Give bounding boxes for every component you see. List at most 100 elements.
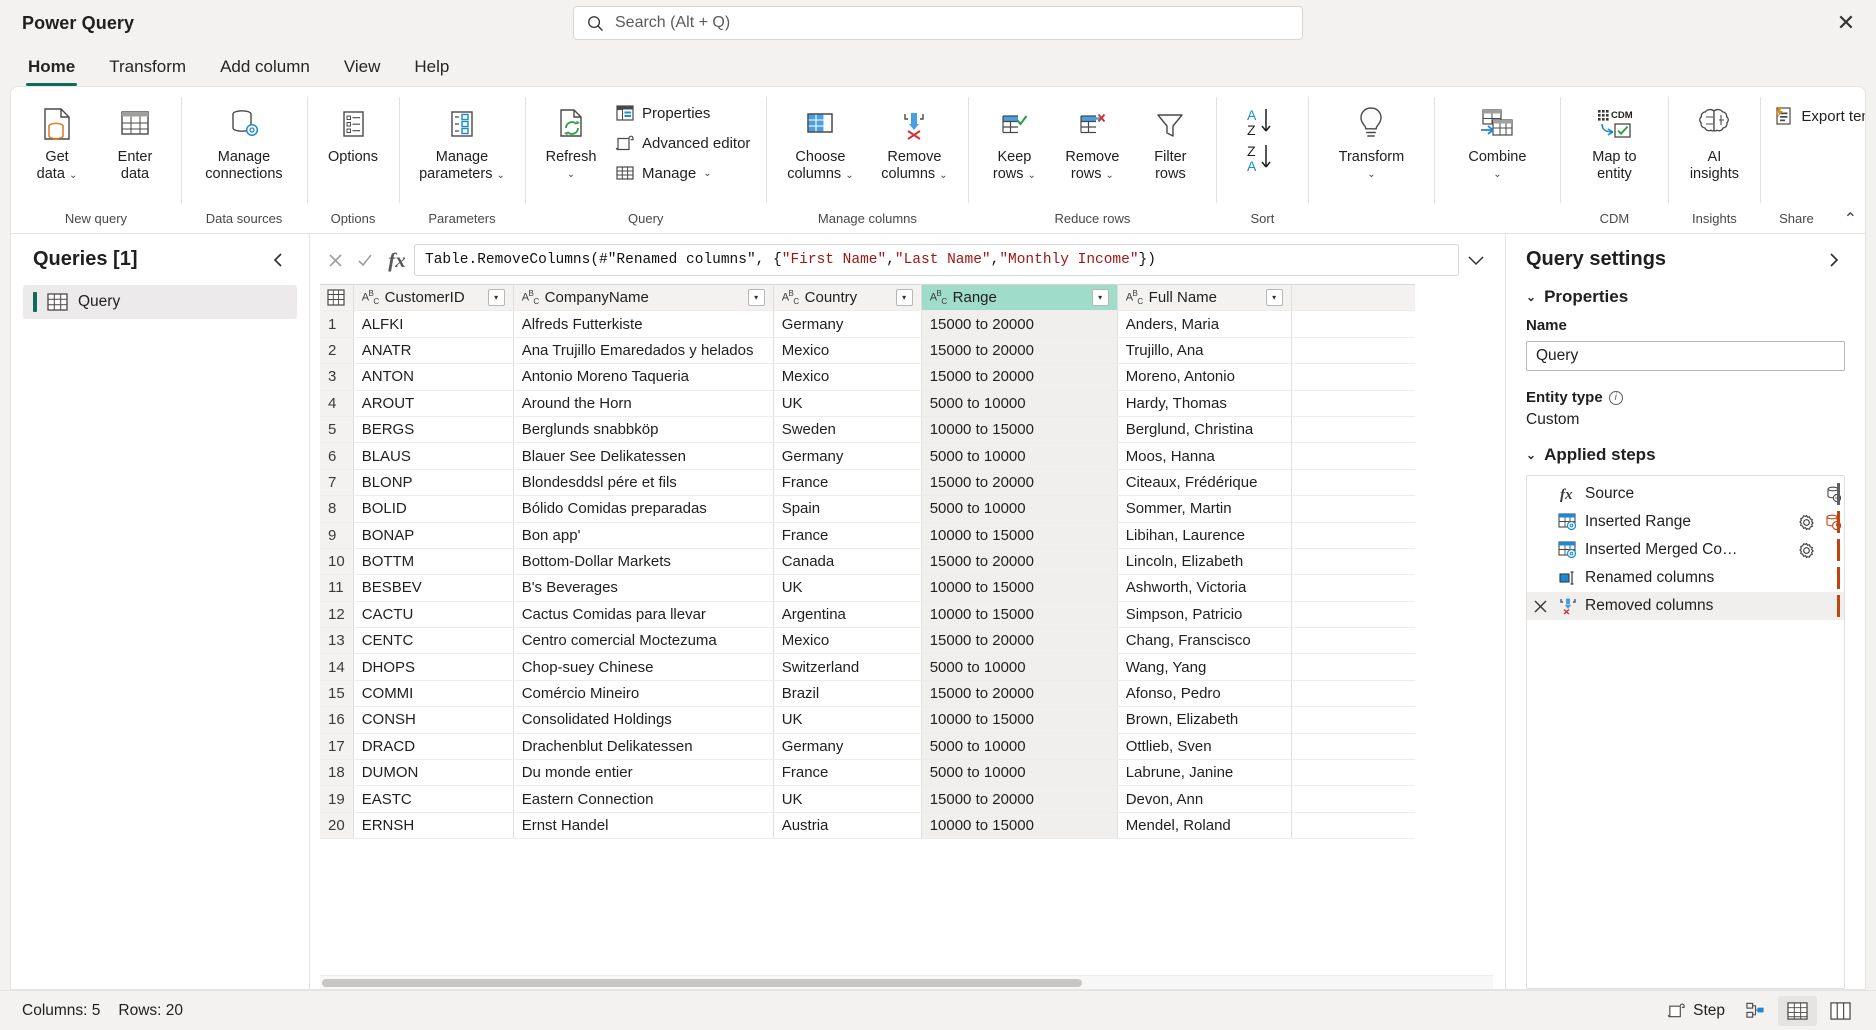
gear-icon[interactable] [1796, 542, 1816, 559]
applied-step-item[interactable]: fx Source [1527, 480, 1844, 508]
applied-step-item[interactable]: Inserted Merged Co… [1527, 536, 1844, 564]
table-cell[interactable]: ANTON [353, 363, 514, 391]
table-cell[interactable]: UK [773, 785, 922, 813]
table-cell[interactable]: ANATR [353, 337, 514, 365]
gear-icon[interactable] [1796, 514, 1816, 531]
table-cell[interactable]: 15000 to 20000 [921, 310, 1118, 338]
table-cell[interactable]: France [773, 522, 922, 549]
row-number[interactable]: 1 [320, 310, 354, 338]
table-row[interactable]: 5 BERGS Berglunds snabbköp Sweden 10000 to 1… [320, 416, 1416, 444]
table-cell[interactable]: France [773, 759, 922, 787]
row-number[interactable]: 7 [320, 469, 354, 497]
table-cell[interactable]: Austria [773, 812, 922, 840]
table-cell[interactable]: DHOPS [353, 653, 514, 681]
table-cell[interactable]: BESBEV [353, 574, 514, 602]
row-number[interactable]: 15 [320, 680, 354, 708]
table-row[interactable]: 7 BLONP Blondesddsl pére et fils France 1500… [320, 469, 1416, 497]
table-cell[interactable]: 15000 to 20000 [921, 469, 1118, 497]
table-cell[interactable]: ALFKI [353, 310, 514, 338]
table-cell[interactable]: France [773, 469, 922, 497]
table-cell[interactable]: Berglunds snabbköp [513, 416, 774, 444]
collapse-ribbon-button[interactable]: ⌃ [1844, 209, 1857, 229]
table-cell[interactable]: 10000 to 15000 [921, 812, 1118, 840]
table-cell[interactable]: Ashworth, Victoria [1117, 574, 1292, 602]
column-header-companyname[interactable]: ABC CompanyName ▾ [513, 284, 774, 312]
table-row[interactable]: 10 BOTTM Bottom-Dollar Markets Canada 15000 … [320, 548, 1416, 576]
table-cell[interactable]: Switzerland [773, 653, 922, 681]
table-cell[interactable]: DUMON [353, 759, 514, 787]
keep-rows-button[interactable]: Keep rows ⌄ [976, 97, 1052, 189]
table-row[interactable]: 8 BOLID Bólido Comidas preparadas Spain 5000… [320, 495, 1416, 523]
scrollbar-thumb[interactable] [322, 979, 1082, 987]
table-cell[interactable]: 10000 to 15000 [921, 522, 1118, 549]
get-data-button[interactable]: Get data ⌄ [19, 97, 95, 189]
table-cell[interactable]: Consolidated Holdings [513, 706, 774, 734]
options-button[interactable]: Options [315, 97, 391, 189]
row-number[interactable]: 5 [320, 416, 354, 444]
table-row[interactable]: 18 DUMON Du monde entier France 5000 to 1000… [320, 759, 1416, 787]
query-name-input[interactable] [1526, 341, 1845, 371]
table-cell[interactable]: Centro comercial Moctezuma [513, 627, 774, 655]
table-cell[interactable]: Comércio Mineiro [513, 680, 774, 708]
row-number[interactable]: 16 [320, 706, 354, 734]
chevron-down-icon[interactable] [1459, 244, 1493, 276]
query-list-item[interactable]: Query [23, 285, 297, 319]
close-icon[interactable]: ✕ [1830, 8, 1862, 38]
table-row[interactable]: 9 BONAP Bon app' France 10000 to 15000 Libiha… [320, 522, 1416, 549]
table-row[interactable]: 4 AROUT Around the Horn UK 5000 to 10000 Hard… [320, 390, 1416, 417]
table-cell[interactable]: Ana Trujillo Emaredados y helados [513, 337, 774, 365]
export-template-button[interactable]: Export template [1768, 101, 1865, 131]
table-cell[interactable]: DRACD [353, 733, 514, 761]
table-row[interactable]: 13 CENTC Centro comercial Moctezuma Mexico 1… [320, 627, 1416, 655]
table-cell[interactable]: Spain [773, 495, 922, 523]
table-cell[interactable]: Around the Horn [513, 390, 774, 417]
enter-data-button[interactable]: Enter data [97, 97, 173, 189]
table-cell[interactable]: Hardy, Thomas [1117, 390, 1292, 417]
table-cell[interactable]: COMMI [353, 680, 514, 708]
table-cell[interactable]: 5000 to 10000 [921, 759, 1118, 787]
table-cell[interactable]: Sommer, Martin [1117, 495, 1292, 523]
check-icon[interactable] [350, 245, 380, 275]
table-row[interactable]: 3 ANTON Antonio Moreno Taqueria Mexico 15000… [320, 363, 1416, 391]
table-cell[interactable]: 10000 to 15000 [921, 416, 1118, 444]
refresh-button[interactable]: Refresh ⌄ [533, 97, 609, 189]
column-filter-button-fullname[interactable]: ▾ [1265, 289, 1283, 307]
table-row[interactable]: 15 COMMI Comércio Mineiro Brazil 15000 to 20… [320, 680, 1416, 708]
table-cell[interactable]: Moos, Hanna [1117, 442, 1292, 470]
table-row[interactable]: 6 BLAUS Blauer See Delikatessen Germany 5000… [320, 442, 1416, 470]
grid-select-all-button[interactable] [320, 284, 354, 312]
grid-view-button[interactable] [1778, 995, 1817, 1026]
row-number[interactable]: 9 [320, 522, 354, 549]
table-cell[interactable]: Ernst Handel [513, 812, 774, 840]
table-cell[interactable]: CACTU [353, 601, 514, 629]
row-number[interactable]: 17 [320, 733, 354, 761]
table-cell[interactable]: Germany [773, 442, 922, 470]
table-row[interactable]: 20 ERNSH Ernst Handel Austria 10000 to 15000… [320, 812, 1416, 840]
table-row[interactable]: 19 EASTC Eastern Connection UK 15000 to 2000… [320, 785, 1416, 813]
table-row[interactable]: 2 ANATR Ana Trujillo Emaredados y helados M… [320, 337, 1416, 365]
table-row[interactable]: 11 BESBEV B's Beverages UK 10000 to 15000 Ash… [320, 574, 1416, 602]
table-cell[interactable]: UK [773, 390, 922, 417]
table-cell[interactable]: UK [773, 706, 922, 734]
cancel-icon[interactable] [320, 245, 350, 275]
table-cell[interactable]: Du monde entier [513, 759, 774, 787]
table-cell[interactable]: Alfreds Futterkiste [513, 310, 774, 338]
sort-buttons[interactable]: A Z Z A [1224, 97, 1300, 189]
remove-columns-button[interactable]: Remove columns ⌄ [868, 97, 960, 189]
table-cell[interactable]: BOTTM [353, 548, 514, 576]
row-number[interactable]: 8 [320, 495, 354, 523]
choose-columns-button[interactable]: Choose columns ⌄ [774, 97, 866, 189]
table-row[interactable]: 16 CONSH Consolidated Holdings UK 10000 to 1… [320, 706, 1416, 734]
remove-rows-button[interactable]: Remove rows ⌄ [1054, 97, 1130, 189]
properties-section-header[interactable]: ⌄ Properties [1526, 287, 1845, 307]
column-header-range[interactable]: ABC Range ▾ [921, 284, 1118, 312]
table-cell[interactable]: Bólido Comidas preparadas [513, 495, 774, 523]
table-cell[interactable]: Moreno, Antonio [1117, 363, 1292, 391]
row-number[interactable]: 6 [320, 442, 354, 470]
applied-step-item[interactable]: Inserted Range [1527, 508, 1844, 536]
row-number[interactable]: 20 [320, 812, 354, 840]
table-cell[interactable]: Bottom-Dollar Markets [513, 548, 774, 576]
table-cell[interactable]: Labrune, Janine [1117, 759, 1292, 787]
row-number[interactable]: 4 [320, 390, 354, 417]
table-cell[interactable]: Lincoln, Elizabeth [1117, 548, 1292, 576]
